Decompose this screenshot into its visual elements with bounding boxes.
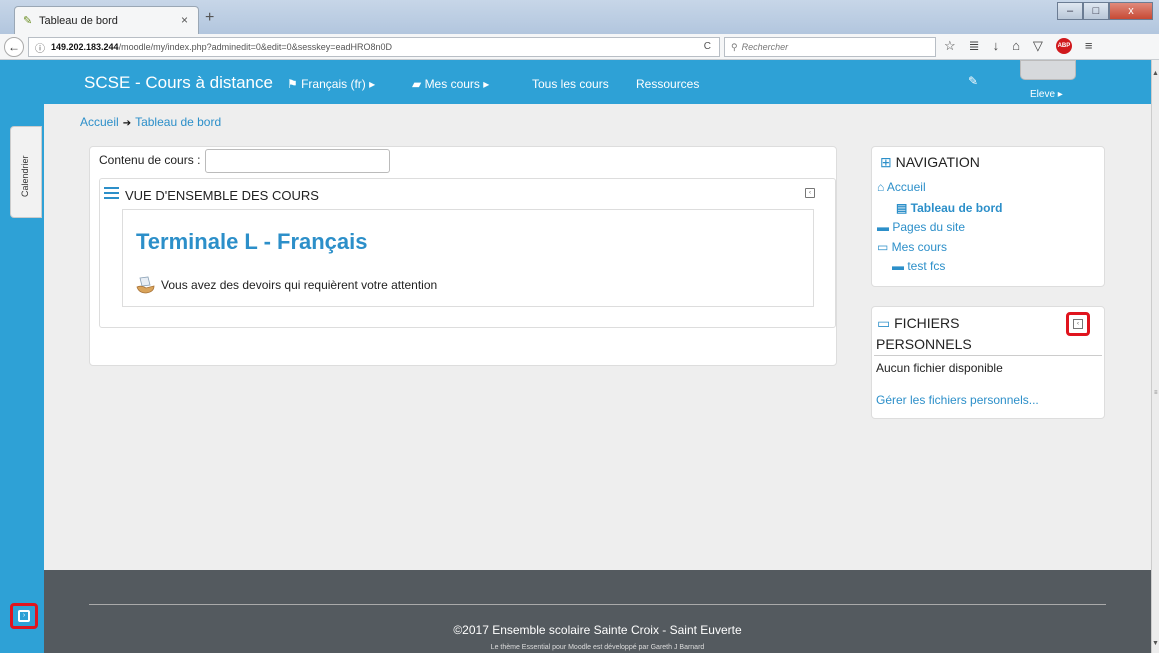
file-icon: ▤ <box>896 201 911 215</box>
language-label: Français (fr) ▸ <box>301 77 376 91</box>
tab-title: Tableau de bord <box>39 14 118 27</box>
nav-item-test-fcs[interactable]: ▬ test fcs <box>892 259 945 273</box>
maximize-button[interactable]: □ <box>1083 2 1109 20</box>
download-icon[interactable]: ↓ <box>993 38 1000 54</box>
browser-search-input[interactable]: ⚲ Rechercher <box>724 37 936 57</box>
page-footer: ©2017 Ensemble scolaire Sainte Croix - S… <box>44 570 1151 653</box>
page-scrollbar[interactable]: ▲ ≡ ▼ <box>1151 60 1159 653</box>
navigation-title: ⊞ NAVIGATION <box>880 154 980 171</box>
main-region: Contenu de cours : VUE D'ENSEMBLE DES CO… <box>89 146 837 366</box>
window-controls: – □ x <box>1057 2 1153 20</box>
nav-item-tableau-de-bord[interactable]: ▤ Tableau de bord <box>896 201 1002 215</box>
files-title-text: FICHIERS <box>894 315 960 331</box>
footer-copyright: ©2017 Ensemble scolaire Sainte Croix - S… <box>453 623 742 637</box>
folder-icon: ▬ <box>877 220 893 234</box>
nav-item-label: test fcs <box>907 259 946 273</box>
tab-close-icon[interactable]: × <box>181 13 188 27</box>
home-icon: ⌂ <box>877 180 887 194</box>
breadcrumb-separator-icon: ➔ <box>122 118 132 129</box>
browser-toolbar-icons: ☆ ≣ ↓ ⌂ ▽ ABP ≡ <box>944 38 1093 54</box>
page-content: Accueil ➔ Tableau de bord Contenu de cours… <box>44 104 1151 570</box>
calendar-tab-label: Calendrier <box>20 155 30 197</box>
dock-toggle-button[interactable]: › <box>10 603 38 629</box>
reload-icon[interactable]: C <box>704 41 711 52</box>
nav-item-label: Mes cours <box>891 240 948 254</box>
nav-item-mes-cours[interactable]: ▭ Mes cours <box>877 240 947 254</box>
nav-item-label: Tableau de bord <box>910 201 1003 215</box>
calendar-dock-tab[interactable]: Calendrier <box>10 126 42 218</box>
dock-block-icon: ‹ <box>1073 319 1083 329</box>
site-header: SCSE - Cours à distance ⚑ Français (fr) … <box>44 60 1151 104</box>
address-bar[interactable]: ⓘ 149.202.183.244 /moodle/my/index.php?a… <box>28 37 720 57</box>
back-button[interactable]: ← <box>4 37 24 57</box>
dock-icon: › <box>18 610 30 622</box>
course-card: Terminale L - Français Vous avez des dev… <box>122 209 814 307</box>
search-placeholder: Rechercher <box>741 42 789 52</box>
files-title-line2: PERSONNELS <box>876 336 972 352</box>
folder-icon: ▬ <box>892 259 908 273</box>
avatar[interactable] <box>1020 60 1076 80</box>
language-menu[interactable]: ⚑ Français (fr) ▸ <box>287 77 375 91</box>
folder-outline-icon: ▭ <box>877 315 891 331</box>
divider <box>874 355 1102 356</box>
browser-tab[interactable]: ✎ Tableau de bord × <box>14 6 199 34</box>
browser-toolbar: ← ⓘ 149.202.183.244 /moodle/my/index.php… <box>0 34 1159 60</box>
dock-block-icon[interactable]: ‹ <box>805 188 815 198</box>
resources-link[interactable]: Ressources <box>636 77 699 91</box>
scroll-grip-icon[interactable]: ≡ <box>1154 390 1158 396</box>
nav-item-label: Accueil <box>886 180 926 194</box>
moodle-favicon-icon: ✎ <box>23 15 33 27</box>
minimize-button[interactable]: – <box>1057 2 1083 20</box>
hamburger-icon[interactable] <box>104 187 119 202</box>
pocket-icon[interactable]: ▽ <box>1033 38 1043 54</box>
breadcrumb-current[interactable]: Tableau de bord <box>135 115 221 129</box>
dock-block-button[interactable]: ‹ <box>1066 312 1090 336</box>
course-content-input[interactable] <box>205 149 390 173</box>
nav-item-pages-du-site[interactable]: ▬ Pages du site <box>877 220 965 234</box>
no-files-text: Aucun fichier disponible <box>876 361 1003 375</box>
navigation-title-text: NAVIGATION <box>895 154 980 170</box>
footer-divider <box>89 604 1106 605</box>
site-info-icon[interactable]: ⓘ <box>35 40 45 55</box>
footer-theme-credit: Le thème Essential pour Moodle est dével… <box>490 644 705 651</box>
overview-title: VUE D'ENSEMBLE DES COURS <box>125 188 319 203</box>
navigation-block: ⊞ NAVIGATION ⌂ Accueil ▤ Tableau de bord… <box>871 146 1105 287</box>
folder-open-icon: ▭ <box>877 240 892 254</box>
menu-icon[interactable]: ≡ <box>1085 38 1093 54</box>
edit-icon[interactable]: ✎ <box>968 74 978 88</box>
site-title[interactable]: SCSE - Cours à distance <box>84 73 273 93</box>
adblock-icon[interactable]: ABP <box>1055 38 1072 54</box>
manage-files-link[interactable]: Gérer les fichiers personnels... <box>876 393 1039 407</box>
assignment-icon <box>136 276 155 294</box>
bookmark-star-icon[interactable]: ☆ <box>944 38 956 54</box>
scroll-down-icon[interactable]: ▼ <box>1152 640 1159 647</box>
flag-icon: ⚑ <box>287 77 302 91</box>
my-courses-label: Mes cours ▸ <box>424 77 490 91</box>
breadcrumb-home[interactable]: Accueil <box>80 115 119 129</box>
personal-files-block: ▭ FICHIERS PERSONNELS ‹ Aucun fichier di… <box>871 306 1105 419</box>
browser-titlebar: ✎ Tableau de bord × + – □ x <box>0 0 1159 34</box>
assignment-notice: Vous avez des devoirs qui requièrent vot… <box>161 278 438 292</box>
all-courses-link[interactable]: Tous les cours <box>532 77 609 91</box>
sitemap-icon: ⊞ <box>880 154 892 170</box>
my-courses-menu[interactable]: ▰ Mes cours ▸ <box>412 77 489 91</box>
new-tab-button[interactable]: + <box>205 9 214 27</box>
scroll-up-icon[interactable]: ▲ <box>1152 70 1159 77</box>
reading-list-icon[interactable]: ≣ <box>969 38 980 54</box>
url-path: /moodle/my/index.php?adminedit=0&edit=0&… <box>118 42 392 52</box>
course-title-link[interactable]: Terminale L - Français <box>136 229 368 255</box>
nav-item-accueil[interactable]: ⌂ Accueil <box>877 180 926 194</box>
course-overview-block: VUE D'ENSEMBLE DES COURS ‹ Terminale L -… <box>99 178 836 328</box>
briefcase-icon: ▰ <box>412 77 425 91</box>
user-menu[interactable]: Eleve ▸ <box>1030 89 1063 100</box>
home-icon[interactable]: ⌂ <box>1012 38 1020 54</box>
window-close-button[interactable]: x <box>1109 2 1153 20</box>
nav-item-label: Pages du site <box>892 220 966 234</box>
url-host: 149.202.183.244 <box>51 42 119 52</box>
breadcrumb: Accueil ➔ Tableau de bord <box>80 115 221 129</box>
search-icon: ⚲ <box>731 41 738 52</box>
files-title-line1: ▭ FICHIERS <box>877 315 959 332</box>
course-content-label: Contenu de cours : <box>99 153 201 167</box>
